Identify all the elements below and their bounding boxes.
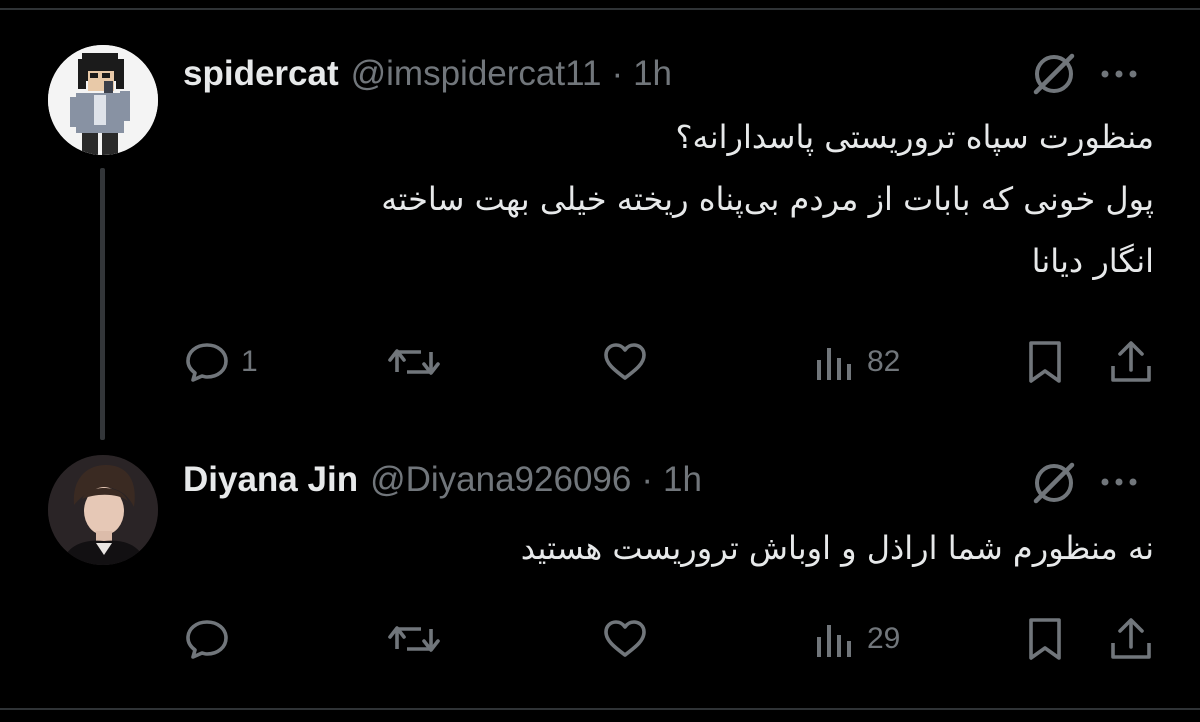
reply-icon [186, 343, 228, 382]
retweet-button[interactable] [387, 337, 441, 387]
tweet-text: نه منظورم شما اراذل و اوباش تروریست هستی… [154, 517, 1154, 579]
retweet-button[interactable] [387, 614, 441, 664]
grok-icon[interactable] [1028, 48, 1080, 100]
share-icon [1111, 341, 1151, 382]
tweet-text: منظورت سپاه تروریستی پاسدارانه؟ پول خونی… [154, 106, 1154, 292]
separator-dot: · [641, 460, 654, 499]
avatar[interactable] [48, 455, 158, 565]
display-name[interactable]: Diyana Jin [183, 458, 358, 502]
grok-icon[interactable] [1028, 457, 1080, 509]
reply-count: 1 [241, 345, 258, 378]
bottom-divider [0, 708, 1200, 710]
views-button[interactable]: 82 [813, 337, 900, 387]
tweet-actions: 29 [183, 614, 1153, 664]
views-button[interactable]: 29 [813, 614, 900, 664]
bookmark-icon [1029, 341, 1061, 383]
separator-dot: · [611, 54, 624, 93]
display-name[interactable]: spidercat [183, 52, 339, 96]
top-divider [0, 8, 1200, 10]
heart-icon [604, 620, 646, 657]
like-button[interactable] [601, 614, 649, 664]
heart-icon [604, 343, 646, 380]
like-button[interactable] [601, 337, 649, 387]
more-options-icon[interactable] [1097, 64, 1141, 84]
tweet-text-line: منظورت سپاه تروریستی پاسدارانه؟ [675, 118, 1154, 156]
tweet-header: Diyana Jin @Diyana926096 · 1h [183, 458, 702, 502]
timestamp[interactable]: 1h [663, 458, 702, 502]
share-icon [1111, 618, 1151, 659]
views-count: 82 [867, 345, 901, 378]
tweet-text-line: پول خونی که بابات از مردم بی‌پناه ریخته … [381, 180, 1154, 218]
timestamp[interactable]: 1h [633, 52, 672, 96]
tweet-text-line: نه منظورم شما اراذل و اوباش تروریست هستی… [520, 529, 1154, 567]
views-chart-icon [817, 348, 851, 380]
retweet-icon [388, 349, 440, 375]
tweet-header: spidercat @imspidercat11 · 1h [183, 52, 672, 96]
retweet-icon [388, 626, 440, 652]
thread-connector-line [100, 168, 105, 440]
share-button[interactable] [1107, 614, 1155, 664]
reply-button[interactable]: 1 [183, 337, 258, 387]
views-chart-icon [817, 625, 851, 657]
views-count: 29 [867, 622, 901, 655]
bookmark-button[interactable] [1023, 337, 1067, 387]
user-handle[interactable]: @imspidercat11 [351, 52, 602, 96]
bookmark-icon [1029, 618, 1061, 660]
bookmark-button[interactable] [1023, 614, 1067, 664]
tweet-actions: 1 82 [183, 337, 1153, 387]
reply-button[interactable] [183, 614, 241, 664]
user-handle[interactable]: @Diyana926096 [370, 458, 631, 502]
tweet-text-line: انگار دیانا [1031, 242, 1154, 280]
avatar[interactable] [48, 45, 158, 155]
reply-icon [186, 620, 228, 659]
share-button[interactable] [1107, 337, 1155, 387]
more-options-icon[interactable] [1097, 472, 1141, 492]
